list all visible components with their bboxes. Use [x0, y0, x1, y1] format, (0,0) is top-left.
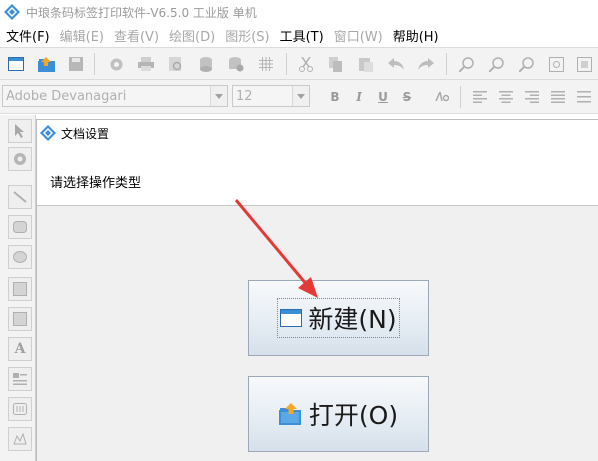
align-center-icon[interactable] [496, 87, 516, 107]
cut-icon[interactable] [296, 54, 316, 74]
align-justify-icon[interactable] [548, 87, 568, 107]
diamond-logo-icon [40, 125, 56, 141]
select-pointer-icon[interactable] [8, 119, 32, 143]
tool-palette: A [0, 115, 36, 461]
undo-icon[interactable] [386, 54, 406, 74]
chevron-down-icon[interactable] [292, 86, 309, 106]
image-tool-icon[interactable] [8, 277, 32, 301]
open-folder-icon[interactable] [36, 54, 56, 74]
align-right-icon[interactable] [522, 87, 542, 107]
title-bar: 中琅条码标签打印软件-V6.5.0 工业版 单机 [0, 0, 598, 24]
focus-indicator: 新建(N) [277, 298, 400, 338]
menu-shape[interactable]: 图形(S) [221, 26, 275, 45]
align-left-icon[interactable] [470, 87, 490, 107]
new-document-button[interactable]: 新建(N) [248, 280, 429, 356]
ellipse-tool-icon[interactable] [8, 245, 32, 269]
grid-icon[interactable] [256, 54, 276, 74]
open-document-button[interactable]: 打开(O) [248, 376, 429, 452]
font-family-value: Adobe Devanagari [6, 89, 127, 104]
chevron-down-icon[interactable] [210, 86, 227, 106]
format-toolbar: Adobe Devanagari 12 B I U S [0, 80, 598, 114]
settings-gear-icon[interactable] [106, 54, 126, 74]
zoom-fit-icon[interactable] [516, 54, 536, 74]
shape-tool-icon[interactable] [8, 427, 32, 451]
dialog-header: 请选择操作类型 [37, 146, 598, 206]
zoom-out-icon[interactable] [486, 54, 506, 74]
fit-window-icon[interactable] [546, 54, 566, 74]
menu-window[interactable]: 窗口(W) [330, 26, 389, 45]
database-icon[interactable] [196, 54, 216, 74]
open-folder-icon [278, 403, 301, 425]
print-preview-icon[interactable] [166, 54, 186, 74]
menu-edit[interactable]: 编辑(E) [56, 26, 110, 45]
dialog-prompt: 请选择操作类型 [50, 176, 142, 191]
font-family-select[interactable]: Adobe Devanagari [2, 85, 228, 107]
diamond-logo-icon [4, 4, 20, 20]
strikethrough-button[interactable]: S [398, 88, 416, 106]
menu-view[interactable]: 查看(V) [110, 26, 165, 45]
menu-tools[interactable]: 工具(T) [276, 26, 330, 45]
bold-button[interactable]: B [326, 88, 344, 106]
text-tool-icon[interactable]: A [8, 337, 32, 361]
document-settings-dialog: 文档设置 请选择操作类型 新建(N) 打开(O) [36, 119, 598, 461]
full-screen-icon[interactable] [574, 54, 594, 74]
new-document-icon [280, 309, 303, 327]
font-size-select[interactable]: 12 [232, 85, 310, 107]
menu-draw[interactable]: 绘图(D) [165, 26, 221, 45]
text-wrap-icon[interactable] [574, 87, 594, 107]
line-tool-icon[interactable] [8, 185, 32, 209]
dialog-title-bar: 文档设置 [37, 120, 598, 146]
database-settings-icon[interactable] [226, 54, 246, 74]
char-spacing-icon[interactable] [432, 87, 452, 107]
table-tool-icon[interactable] [8, 397, 32, 421]
menu-help[interactable]: 帮助(H) [389, 26, 445, 45]
barcode-tool-icon[interactable] [8, 307, 32, 331]
underline-button[interactable]: U [374, 88, 392, 106]
app-title: 中琅条码标签打印软件-V6.5.0 工业版 单机 [26, 5, 257, 20]
zoom-in-icon[interactable] [456, 54, 476, 74]
new-button-label: 新建(N) [308, 305, 397, 334]
multiline-text-tool-icon[interactable] [8, 367, 32, 391]
copy-icon[interactable] [326, 54, 346, 74]
dialog-title: 文档设置 [61, 126, 110, 141]
save-icon[interactable] [66, 54, 86, 74]
rotate-tool-icon[interactable] [8, 147, 32, 171]
new-document-icon[interactable] [6, 54, 26, 74]
menu-file[interactable]: 文件(F) [2, 26, 56, 45]
paste-icon[interactable] [356, 54, 376, 74]
open-button-label: 打开(O) [308, 401, 399, 430]
main-toolbar [0, 47, 598, 80]
font-size-value: 12 [236, 89, 253, 104]
rounded-rect-tool-icon[interactable] [8, 215, 32, 239]
italic-button[interactable]: I [350, 88, 368, 106]
print-icon[interactable] [136, 54, 156, 74]
menu-bar: 文件(F) 编辑(E) 查看(V) 绘图(D) 图形(S) 工具(T) 窗口(W… [0, 24, 598, 47]
redo-icon[interactable] [416, 54, 436, 74]
